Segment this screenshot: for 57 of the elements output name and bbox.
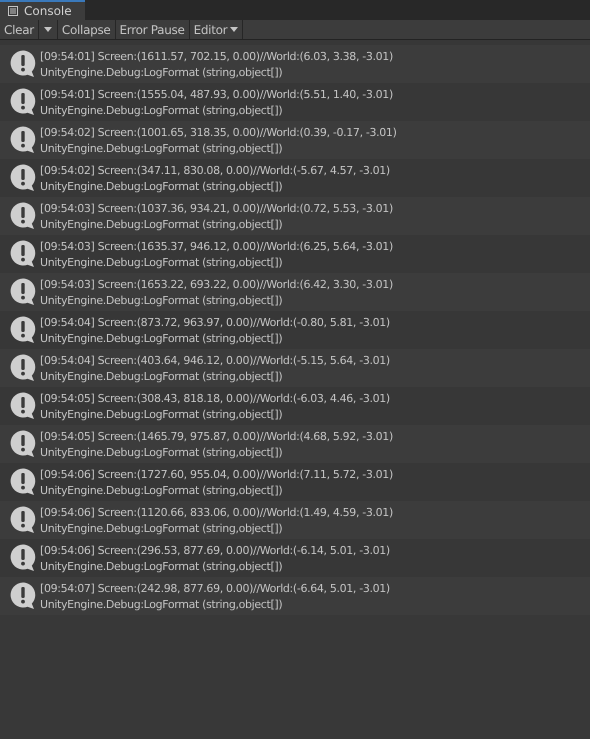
- log-message: [09:54:05] Screen:(1465.79, 975.87, 0.00)//World:(4.68, 5.92, -3.01): [40, 428, 393, 444]
- log-message: [09:54:03] Screen:(1653.22, 693.22, 0.00)//World:(6.42, 3.30, -3.01): [40, 276, 393, 292]
- exclamation-bubble-icon: [10, 430, 36, 458]
- exclamation-bubble-icon: [10, 506, 36, 534]
- log-message: [09:54:01] Screen:(1555.04, 487.93, 0.00)//World:(5.51, 1.40, -3.01): [40, 86, 393, 102]
- exclamation-bubble-icon: [10, 468, 36, 496]
- log-message: [09:54:02] Screen:(347.11, 830.08, 0.00)//World:(-5.67, 4.57, -3.01): [40, 162, 390, 178]
- log-trace: UnityEngine.Debug:LogFormat (string,object[]): [40, 596, 284, 612]
- log-message: [09:54:07] Screen:(242.98, 877.69, 0.00)//World:(-6.64, 5.01, -3.01): [40, 580, 390, 596]
- exclamation-bubble-icon: [10, 202, 36, 230]
- log-message: [09:54:04] Screen:(403.64, 946.12, 0.00)//World:(-5.15, 5.64, -3.01): [40, 352, 390, 368]
- log-message: [09:54:03] Screen:(1635.37, 946.12, 0.00)//World:(6.25, 5.64, -3.01): [40, 238, 393, 254]
- console-tab[interactable]: Console: [0, 0, 85, 20]
- exclamation-bubble-icon: [10, 50, 36, 78]
- exclamation-bubble-icon: [10, 240, 36, 268]
- log-message: [09:54:06] Screen:(1120.66, 833.06, 0.00)//World:(1.49, 4.59, -3.01): [40, 504, 393, 520]
- exclamation-bubble-icon: [10, 278, 36, 306]
- caret-icon: [44, 27, 52, 32]
- log-trace: UnityEngine.Debug:LogFormat (string,object[]): [40, 178, 284, 194]
- exclamation-bubble-icon: [10, 582, 36, 610]
- caret-icon: [230, 27, 238, 32]
- log-trace: UnityEngine.Debug:LogFormat (string,object[]): [40, 520, 284, 536]
- log-trace: UnityEngine.Debug:LogFormat (string,object[]): [40, 482, 284, 498]
- log-trace: UnityEngine.Debug:LogFormat (string,object[]): [40, 406, 284, 422]
- log-trace: UnityEngine.Debug:LogFormat (string,object[]): [40, 368, 284, 384]
- log-entry[interactable]: [09:54:07] Screen:(242.98, 877.69, 0.00)//World:(-6.64, 5.01, -3.01) UnityEngine.Debug:LogFormat (string,object[]): [0, 577, 590, 615]
- exclamation-bubble-icon: [10, 354, 36, 382]
- log-entry[interactable]: [09:54:01] Screen:(1611.57, 702.15, 0.00)//World:(6.03, 3.38, -3.01) UnityEngine.Debug:LogFormat (string,object[]): [0, 45, 590, 83]
- exclamation-bubble-icon: [10, 316, 36, 344]
- log-entry[interactable]: [09:54:04] Screen:(403.64, 946.12, 0.00)//World:(-5.15, 5.64, -3.01) UnityEngine.Debug:LogFormat (string,object[]): [0, 349, 590, 387]
- log-trace: UnityEngine.Debug:LogFormat (string,object[]): [40, 140, 284, 156]
- log-trace: UnityEngine.Debug:LogFormat (string,object[]): [40, 292, 284, 308]
- exclamation-bubble-icon: [10, 392, 36, 420]
- log-entry[interactable]: [09:54:03] Screen:(1037.36, 934.21, 0.00)//World:(0.72, 5.53, -3.01) UnityEngine.Debug:LogFormat (string,object[]): [0, 197, 590, 235]
- log-trace: UnityEngine.Debug:LogFormat (string,object[]): [40, 330, 284, 346]
- log-entry[interactable]: [09:54:05] Screen:(1465.79, 975.87, 0.00)//World:(4.68, 5.92, -3.01) UnityEngine.Debug:LogFormat (string,object[]): [0, 425, 590, 463]
- exclamation-bubble-icon: [10, 544, 36, 572]
- log-trace: UnityEngine.Debug:LogFormat (string,object[]): [40, 254, 284, 270]
- log-message: [09:54:06] Screen:(296.53, 877.69, 0.00)//World:(-6.14, 5.01, -3.01): [40, 542, 390, 558]
- log-entry[interactable]: [09:54:02] Screen:(1001.65, 318.35, 0.00)//World:(0.39, -0.17, -3.01) UnityEngine.Debug:LogFormat (string,object[]): [0, 121, 590, 159]
- log-message: [09:54:05] Screen:(308.43, 818.18, 0.00)//World:(-6.03, 4.46, -3.01): [40, 390, 390, 406]
- log-message: [09:54:04] Screen:(873.72, 963.97, 0.00)//World:(-0.80, 5.81, -3.01): [40, 314, 390, 330]
- list-icon: [8, 6, 18, 16]
- log-message: [09:54:06] Screen:(1727.60, 955.04, 0.00)//World:(7.11, 5.72, -3.01): [40, 466, 393, 482]
- log-trace: UnityEngine.Debug:LogFormat (string,object[]): [40, 444, 284, 460]
- log-entry[interactable]: [09:54:03] Screen:(1653.22, 693.22, 0.00)//World:(6.42, 3.30, -3.01) UnityEngine.Debug:LogFormat (string,object[]): [0, 273, 590, 311]
- log-trace: UnityEngine.Debug:LogFormat (string,object[]): [40, 102, 284, 118]
- log-message: [09:54:01] Screen:(1611.57, 702.15, 0.00)//World:(6.03, 3.38, -3.01): [40, 48, 393, 64]
- exclamation-bubble-icon: [10, 164, 36, 192]
- log-trace: UnityEngine.Debug:LogFormat (string,object[]): [40, 558, 284, 574]
- exclamation-bubble-icon: [10, 88, 36, 116]
- log-trace: UnityEngine.Debug:LogFormat (string,object[]): [40, 216, 284, 232]
- exclamation-bubble-icon: [10, 126, 36, 154]
- log-message: [09:54:02] Screen:(1001.65, 318.35, 0.00)//World:(0.39, -0.17, -3.01): [40, 124, 397, 140]
- log-trace: UnityEngine.Debug:LogFormat (string,object[]): [40, 64, 284, 80]
- log-entry[interactable]: [09:54:06] Screen:(1120.66, 833.06, 0.00)//World:(1.49, 4.59, -3.01) UnityEngine.Debug:LogFormat (string,object[]): [0, 501, 590, 539]
- log-message: [09:54:03] Screen:(1037.36, 934.21, 0.00)//World:(0.72, 5.53, -3.01): [40, 200, 393, 216]
